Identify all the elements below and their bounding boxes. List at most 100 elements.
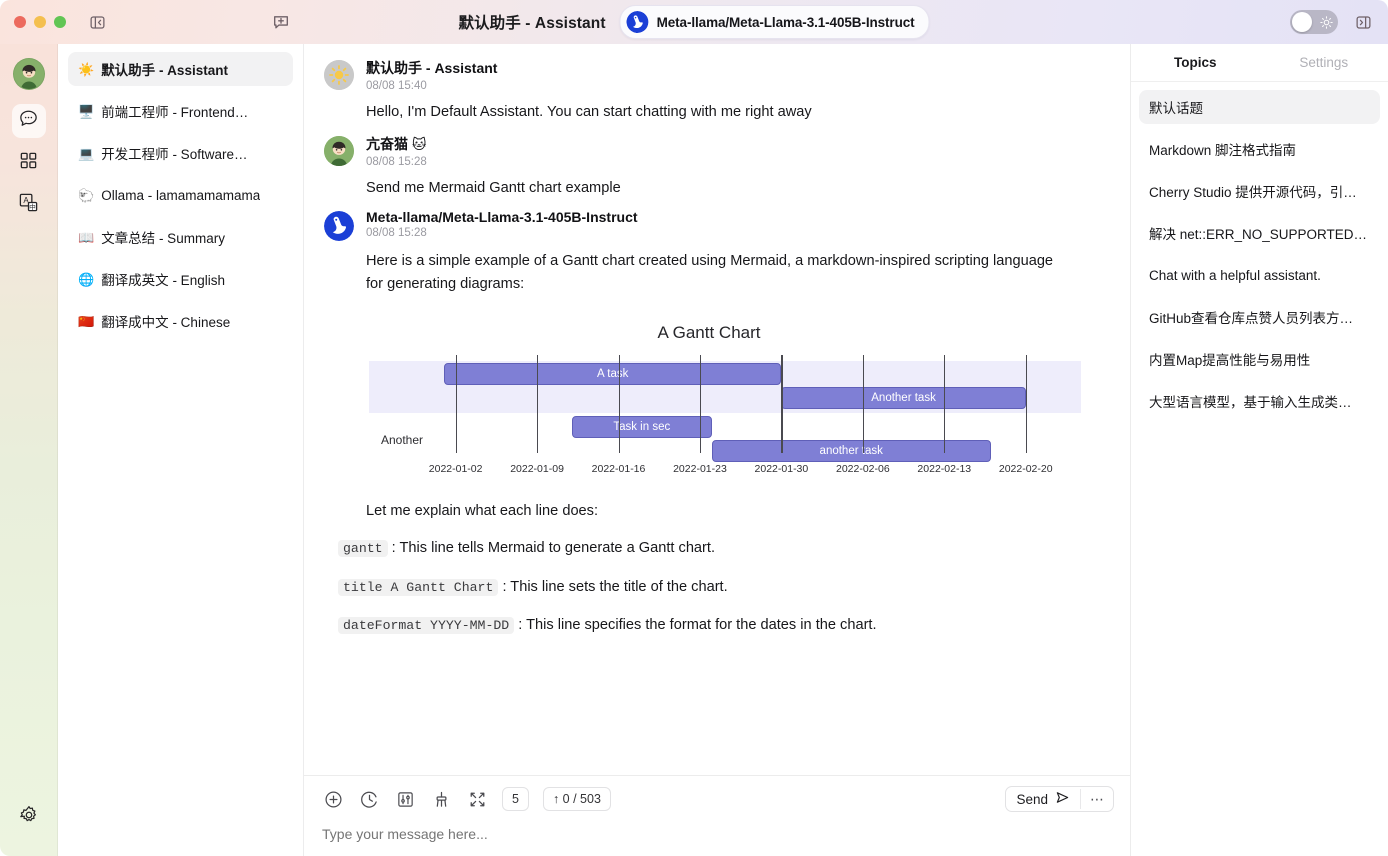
tab-settings[interactable]: Settings bbox=[1260, 55, 1388, 70]
assistant-item-label: 前端工程师 - Frontend… bbox=[101, 105, 249, 120]
sidebar-item-apps[interactable] bbox=[12, 146, 46, 180]
topic-item[interactable]: Markdown 脚注格式指南 bbox=[1139, 132, 1380, 166]
assistant-item[interactable]: 💻 开发工程师 - Software… bbox=[68, 136, 293, 170]
topics-list: 默认话题 Markdown 脚注格式指南 Cherry Studio 提供开源代码，… bbox=[1131, 82, 1388, 434]
message-text: Send me Mermaid Gantt chart example bbox=[366, 179, 621, 196]
gantt-task-bar[interactable]: A task bbox=[444, 363, 782, 386]
sun-icon bbox=[1320, 15, 1333, 29]
message-header: 默认助手 - Assistant 08/08 15:40 bbox=[324, 58, 1094, 92]
topic-item[interactable]: Chat with a helpful assistant. bbox=[1139, 258, 1380, 292]
assistant-item-label: 文章总结 - Summary bbox=[101, 231, 225, 246]
topic-item[interactable]: 解决 net::ERR_NO_SUPPORTED… bbox=[1139, 216, 1380, 250]
assistant-item-label: 默认助手 - Assistant bbox=[101, 63, 228, 78]
gantt-gridline bbox=[781, 355, 783, 454]
plus-circle-icon[interactable] bbox=[322, 788, 344, 810]
new-chat-icon[interactable] bbox=[270, 11, 292, 33]
title-bar-right bbox=[1290, 10, 1388, 34]
context-count-button[interactable]: 5 bbox=[502, 787, 529, 811]
send-group: Send ⋯ bbox=[1005, 786, 1114, 812]
sidebar-item-chat[interactable] bbox=[11, 104, 46, 138]
gantt-axis-tick: 2022-01-30 bbox=[754, 463, 809, 476]
assistant-item[interactable]: 📖 文章总结 - Summary bbox=[68, 220, 293, 254]
theme-toggle[interactable] bbox=[1290, 10, 1338, 34]
topic-item-label: GitHub查看仓库点赞人员列表方… bbox=[1149, 311, 1354, 326]
gantt-task-bar[interactable]: another task bbox=[711, 440, 991, 463]
topic-item-label: Cherry Studio 提供开源代码，引… bbox=[1149, 185, 1357, 200]
topic-item-label: Chat with a helpful assistant. bbox=[1149, 267, 1321, 283]
avatar[interactable] bbox=[12, 58, 45, 90]
assistant-item-label: 开发工程师 - Software… bbox=[101, 147, 248, 162]
message-input-area: 5 ↑ 0 / 503 Send ⋯ Type your message her… bbox=[304, 775, 1130, 856]
message-meta: Meta-llama/Meta-Llama-3.1-405B-Instruct … bbox=[366, 209, 638, 239]
sliders-icon[interactable] bbox=[394, 788, 416, 810]
topic-item[interactable]: 默认话题 bbox=[1139, 90, 1380, 124]
message-input[interactable] bbox=[322, 826, 1114, 842]
chat-column: 默认助手 - Assistant 08/08 15:40 Hello, I'm … bbox=[304, 44, 1130, 856]
sidebar-item-translate[interactable]: A 中 bbox=[12, 188, 46, 222]
messages-scroll-area[interactable]: 默认助手 - Assistant 08/08 15:40 Hello, I'm … bbox=[304, 44, 1130, 775]
gantt-gridline bbox=[1025, 355, 1027, 454]
assistant-item[interactable]: 🖥️ 前端工程师 - Frontend… bbox=[68, 94, 293, 128]
app-window: 默认助手 - Assistant Meta-llama/Meta-Llama-3… bbox=[0, 0, 1388, 856]
broom-icon[interactable] bbox=[430, 788, 452, 810]
topic-item[interactable]: 内置Map提高性能与易用性 bbox=[1139, 342, 1380, 376]
explanation-text: : This line specifies the format for the… bbox=[518, 617, 877, 634]
user-avatar-icon bbox=[324, 135, 354, 166]
settings-button[interactable] bbox=[12, 800, 46, 834]
topics-tab-bar: Topics Settings bbox=[1131, 44, 1388, 82]
topics-panel: Topics Settings 默认话题 Markdown 脚注格式指南 Cherry… bbox=[1130, 44, 1388, 856]
message-text: Here is a simple example of a Gantt char… bbox=[366, 253, 1054, 292]
maximize-window-button[interactable] bbox=[54, 16, 66, 28]
translate-icon: A 中 bbox=[18, 192, 39, 218]
message-timestamp: 08/08 15:28 bbox=[366, 155, 427, 168]
gear-icon bbox=[19, 805, 39, 830]
send-button[interactable]: Send bbox=[1006, 787, 1080, 811]
topic-item[interactable]: Cherry Studio 提供开源代码，引… bbox=[1139, 174, 1380, 208]
assistant-item[interactable]: ☀️ 默认助手 - Assistant bbox=[68, 52, 293, 86]
message-user-request: 亢奋猫 🐱 08/08 15:28 Send me Mermaid Gantt … bbox=[324, 134, 1094, 200]
gantt-axis-tick: 2022-01-02 bbox=[428, 463, 483, 476]
message-assistant-greeting: 默认助手 - Assistant 08/08 15:40 Hello, I'm … bbox=[324, 58, 1094, 124]
message-author: 默认助手 - Assistant bbox=[366, 60, 498, 76]
assistant-emoji-icon: 🇨🇳 bbox=[78, 313, 95, 329]
topic-item-label: 解决 net::ERR_NO_SUPPORTED… bbox=[1149, 227, 1368, 242]
topic-item-label: 默认话题 bbox=[1149, 101, 1203, 116]
gantt-axis-tick: 2022-02-06 bbox=[835, 463, 890, 476]
assistant-emoji-icon: 🖥️ bbox=[78, 103, 95, 119]
assistants-list: ☀️ 默认助手 - Assistant 🖥️ 前端工程师 - Frontend… 💻 开发… bbox=[58, 44, 304, 856]
assistant-item-label: 翻译成中文 - Chinese bbox=[101, 315, 231, 330]
topic-item-label: Markdown 脚注格式指南 bbox=[1149, 143, 1297, 158]
panel-right-icon[interactable] bbox=[1352, 11, 1374, 33]
assistant-item[interactable]: 🇨🇳 翻译成中文 - Chinese bbox=[68, 304, 293, 338]
minimize-window-button[interactable] bbox=[34, 16, 46, 28]
gantt-axis-tick: 2022-02-20 bbox=[998, 463, 1053, 476]
gantt-section-label: Another bbox=[381, 433, 424, 448]
message-header: 亢奋猫 🐱 08/08 15:28 bbox=[324, 134, 1094, 168]
assistant-item[interactable]: 🌐 翻译成英文 - English bbox=[68, 262, 293, 296]
send-button-label: Send bbox=[1016, 791, 1048, 807]
gantt-gridline bbox=[537, 355, 539, 454]
history-clock-icon[interactable] bbox=[358, 788, 380, 810]
model-name-label: Meta-llama/Meta-Llama-3.1-405B-Instruct bbox=[656, 14, 915, 30]
expand-icon[interactable] bbox=[466, 788, 488, 810]
more-dots-icon[interactable]: ⋯ bbox=[1080, 789, 1113, 809]
close-window-button[interactable] bbox=[14, 16, 26, 28]
gantt-task-bar[interactable]: Task in sec bbox=[571, 416, 712, 439]
gantt-axis-tick: 2022-01-23 bbox=[673, 463, 727, 476]
theme-toggle-knob bbox=[1292, 12, 1312, 32]
model-selector[interactable]: Meta-llama/Meta-Llama-3.1-405B-Instruct bbox=[619, 5, 930, 39]
assistant-emoji-icon: 📖 bbox=[78, 229, 95, 245]
assistant-item[interactable]: 🐑 Ollama - lamamamamama bbox=[68, 178, 293, 212]
panel-left-icon[interactable] bbox=[86, 11, 108, 33]
assistant-emoji-icon: 🐑 bbox=[78, 187, 95, 203]
tab-topics[interactable]: Topics bbox=[1131, 55, 1260, 70]
topic-item[interactable]: 大型语言模型，基于输入生成类… bbox=[1139, 384, 1380, 418]
explanation-item: dateFormat YYYY-MM-DD : This line specif… bbox=[338, 614, 1064, 637]
gantt-axis-tick: 2022-02-13 bbox=[917, 463, 972, 476]
gantt-task-bar[interactable]: Another task bbox=[781, 387, 1026, 410]
gantt-gridline bbox=[618, 355, 620, 454]
message-author: Meta-llama/Meta-Llama-3.1-405B-Instruct bbox=[366, 209, 638, 226]
topic-item[interactable]: GitHub查看仓库点赞人员列表方… bbox=[1139, 300, 1380, 334]
token-counter-button[interactable]: ↑ 0 / 503 bbox=[542, 787, 611, 811]
message-text: Hello, I'm Default Assistant. You can st… bbox=[366, 104, 812, 120]
